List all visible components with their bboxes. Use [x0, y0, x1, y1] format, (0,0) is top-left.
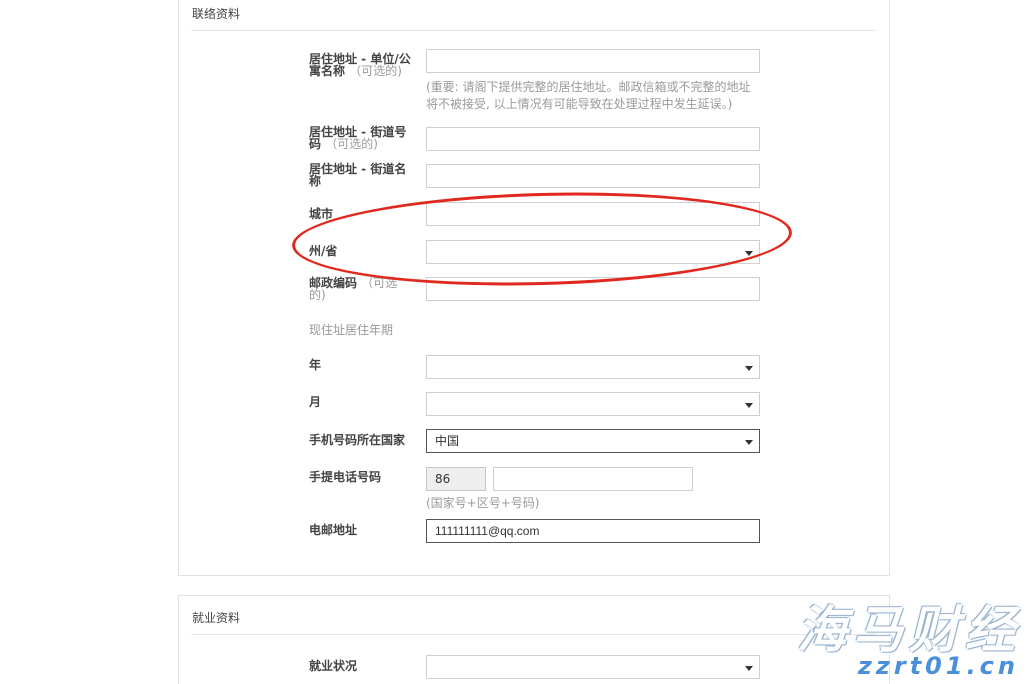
watermark: 海马财经 zzrt01.cn: [780, 588, 1027, 684]
phone-country-select-value: 中国: [435, 434, 460, 448]
chevron-down-icon: [745, 440, 753, 445]
street-name-label: 居住地址 - 街道名称: [309, 162, 407, 188]
contact-section-title: 联络资料: [192, 7, 241, 21]
month-label: 月: [309, 395, 322, 409]
email-input[interactable]: [426, 519, 760, 543]
unit-input[interactable]: [426, 49, 760, 73]
mobile-hint: (国家号+区号+号码): [426, 496, 540, 510]
chevron-down-icon: [745, 366, 753, 371]
street-number-input[interactable]: [426, 127, 760, 151]
phone-country-select[interactable]: 中国: [426, 429, 760, 453]
section-divider: [191, 634, 877, 635]
street-number-label: 居住地址 - 街道号码 （可选的): [309, 126, 413, 150]
mobile-label: 手提电话号码: [309, 470, 382, 484]
residence-period-label: 现住址居住年期: [309, 323, 394, 337]
employment-section-title: 就业资料: [192, 611, 241, 625]
mobile-input[interactable]: [493, 467, 693, 491]
year-label: 年: [309, 358, 322, 372]
month-select[interactable]: [426, 392, 760, 416]
section-divider: [191, 30, 877, 31]
street-number-optional-text: （可选的): [325, 137, 378, 151]
postal-label: 邮政编码 （可选的): [309, 277, 413, 301]
unit-optional-text: （可选的): [349, 64, 402, 78]
unit-label: 居住地址 - 单位/公寓名称 （可选的): [309, 53, 413, 77]
street-name-input[interactable]: [426, 164, 760, 188]
address-hint: (重要: 请阁下提供完整的居住地址。邮政信箱或不完整的地址将不被接受, 以上情况…: [426, 80, 751, 111]
phone-country-label: 手机号码所在国家: [309, 433, 406, 447]
chevron-down-icon: [745, 403, 753, 408]
email-label: 电邮地址: [309, 523, 358, 537]
chevron-down-icon: [745, 666, 753, 671]
country-code-box: 86: [426, 467, 486, 491]
employment-status-label: 就业状况: [309, 659, 358, 673]
year-select[interactable]: [426, 355, 760, 379]
watermark-url-text: zzrt01.cn: [857, 652, 1019, 680]
employment-status-select[interactable]: [426, 655, 760, 679]
